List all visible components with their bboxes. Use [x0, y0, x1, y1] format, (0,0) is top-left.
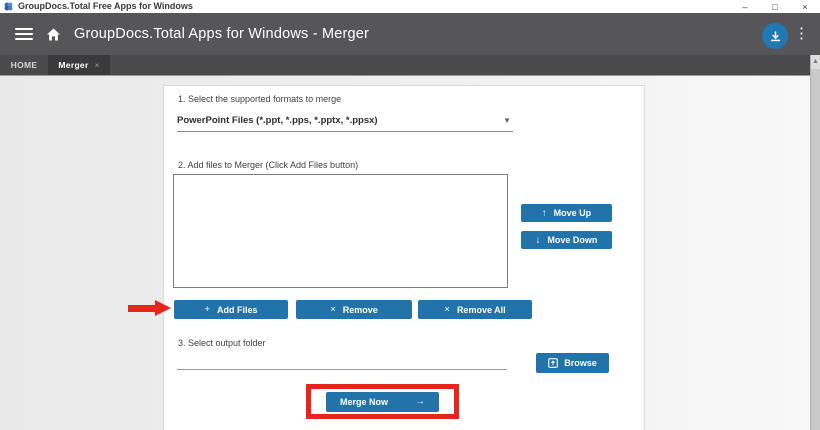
- scroll-up-icon[interactable]: ▲: [811, 55, 820, 69]
- format-dropdown-value: PowerPoint Files (*.ppt, *.pps, *.pptx, …: [177, 115, 378, 126]
- tab-close-icon[interactable]: ×: [95, 61, 100, 70]
- merger-panel: 1. Select the supported formats to merge…: [163, 85, 645, 430]
- output-folder-field-wrap: [177, 354, 507, 370]
- app-logo-icon: [4, 2, 13, 11]
- red-arrow-tail: [128, 305, 155, 312]
- menu-icon[interactable]: [15, 28, 33, 40]
- file-list[interactable]: [173, 174, 508, 288]
- plus-icon: +: [204, 304, 210, 315]
- step2-label: 2. Add files to Merger (Click Add Files …: [178, 160, 358, 170]
- move-down-label: Move Down: [547, 235, 597, 245]
- tab-home[interactable]: HOME: [0, 55, 48, 75]
- add-files-button[interactable]: + Add Files: [174, 300, 288, 319]
- os-titlebar: GroupDocs.Total Free Apps for Windows – …: [0, 0, 820, 13]
- arrow-down-icon: ↓: [536, 235, 541, 246]
- arrow-up-icon: ↑: [542, 208, 547, 219]
- tab-merger[interactable]: Merger ×: [48, 55, 110, 75]
- step3-label: 3. Select output folder: [178, 338, 266, 348]
- vertical-scrollbar[interactable]: ▲: [810, 55, 820, 430]
- minimize-button[interactable]: –: [730, 0, 760, 13]
- tab-bar: HOME Merger ×: [0, 55, 810, 76]
- more-options-icon[interactable]: ⋮: [794, 20, 808, 48]
- remove-all-label: Remove All: [457, 305, 506, 315]
- close-button[interactable]: ×: [790, 0, 820, 13]
- tab-merger-label: Merger: [58, 60, 88, 70]
- content-area: 1. Select the supported formats to merge…: [0, 76, 810, 430]
- format-dropdown[interactable]: PowerPoint Files (*.ppt, *.pps, *.pptx, …: [177, 110, 513, 132]
- red-arrow-head: [155, 300, 171, 316]
- step1-label: 1. Select the supported formats to merge: [178, 94, 341, 104]
- output-folder-input[interactable]: [177, 357, 507, 372]
- cross-icon: ×: [444, 304, 450, 315]
- move-up-button[interactable]: ↑ Move Up: [521, 204, 612, 222]
- add-files-label: Add Files: [217, 305, 258, 315]
- move-up-label: Move Up: [554, 208, 592, 218]
- arrow-right-icon: →: [416, 396, 426, 407]
- browse-label: Browse: [564, 358, 597, 368]
- folder-upload-icon: [548, 358, 558, 368]
- merge-now-label: Merge Now: [340, 397, 388, 407]
- maximize-button[interactable]: □: [760, 0, 790, 13]
- merge-now-button[interactable]: Merge Now →: [326, 392, 439, 412]
- remove-label: Remove: [343, 305, 378, 315]
- app-window: GroupDocs.Total Free Apps for Windows – …: [0, 0, 820, 430]
- chevron-down-icon: ▼: [503, 116, 513, 125]
- red-highlight-box: Merge Now →: [306, 384, 459, 419]
- app-header: GroupDocs.Total Apps for Windows - Merge…: [0, 13, 820, 55]
- red-arrow-annotation: [128, 300, 171, 317]
- download-button[interactable]: [762, 23, 788, 49]
- home-icon[interactable]: [47, 28, 60, 41]
- move-down-button[interactable]: ↓ Move Down: [521, 231, 612, 249]
- window-controls: – □ ×: [730, 0, 820, 13]
- window-title: GroupDocs.Total Free Apps for Windows: [18, 0, 193, 13]
- download-icon: [770, 31, 781, 42]
- cross-icon: ×: [330, 304, 336, 315]
- page-title: GroupDocs.Total Apps for Windows - Merge…: [74, 26, 369, 42]
- remove-button[interactable]: × Remove: [296, 300, 412, 319]
- browse-button[interactable]: Browse: [536, 353, 609, 373]
- remove-all-button[interactable]: × Remove All: [418, 300, 532, 319]
